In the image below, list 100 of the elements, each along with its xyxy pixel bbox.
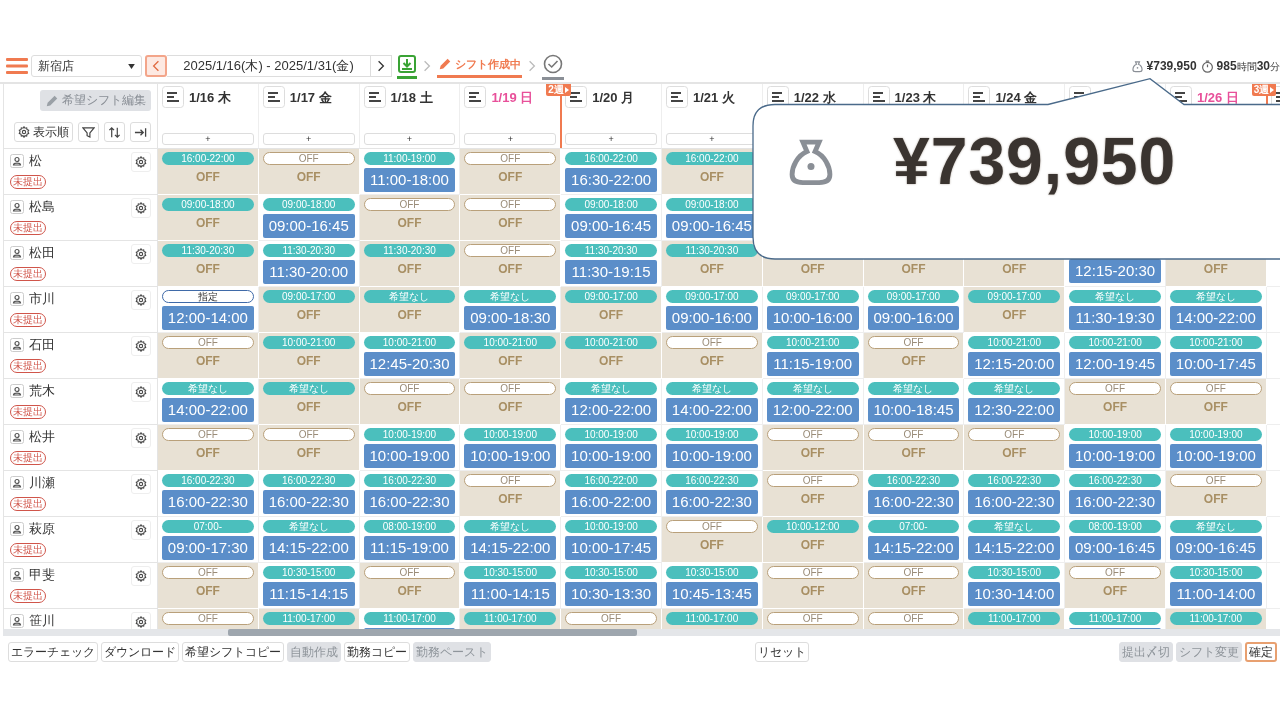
shift-cell[interactable]: 11:30-20:30 11:30-20:00 bbox=[258, 241, 360, 287]
shift-cell[interactable]: 11:00-17:00 bbox=[964, 609, 1066, 629]
shift-cell[interactable]: 希望なし 11:30-19:30 bbox=[1065, 287, 1166, 333]
shift-cell[interactable]: 16:00-22:00 16:00-22:00 bbox=[561, 471, 662, 517]
shift-block[interactable]: 10:00-17:45 bbox=[1169, 352, 1262, 376]
shift-cell[interactable]: 10:00-19:00 10:00-19:00 bbox=[1065, 425, 1166, 471]
staff-settings-button[interactable] bbox=[131, 428, 151, 448]
shift-block[interactable]: 16:00-22:30 bbox=[968, 490, 1061, 514]
shift-cell[interactable]: OFF OFF bbox=[1065, 563, 1166, 609]
shift-cell[interactable]: 09:00-18:00 OFF bbox=[158, 195, 259, 241]
shift-cell[interactable]: 16:00-22:00 16:30-22:00 bbox=[561, 149, 662, 195]
staff-settings-button[interactable] bbox=[131, 566, 151, 586]
shift-cell[interactable]: 11:00-17:00 bbox=[1065, 609, 1166, 629]
shift-cell[interactable]: 09:00-17:00 OFF bbox=[258, 287, 360, 333]
shift-block[interactable]: 10:00-19:00 bbox=[565, 444, 657, 468]
shift-cell[interactable]: 希望なし 14:00-22:00 bbox=[1165, 287, 1267, 333]
shift-cell[interactable]: 10:00-21:00 12:00-19:45 bbox=[1065, 333, 1166, 379]
shift-cell[interactable]: 希望なし 12:00-22:00 bbox=[561, 379, 662, 425]
shift-cell[interactable]: 10:00-19:00 10:00-19:00 bbox=[359, 425, 461, 471]
shift-cell[interactable]: 10:00-21:00 10:00-17:45 bbox=[1165, 333, 1267, 379]
align-left-icon[interactable] bbox=[162, 86, 184, 108]
add-shift-button[interactable]: + bbox=[363, 133, 456, 145]
shift-cell[interactable]: OFF OFF bbox=[662, 517, 763, 563]
shift-cell[interactable]: OFF OFF bbox=[460, 241, 562, 287]
align-left-icon[interactable] bbox=[363, 86, 386, 108]
shift-cell[interactable]: OFF OFF bbox=[762, 563, 864, 609]
shift-cell[interactable]: OFF OFF bbox=[964, 425, 1066, 471]
shift-block[interactable]: 12:30-22:00 bbox=[968, 398, 1061, 422]
shift-block[interactable]: 14:15-22:00 bbox=[262, 536, 355, 560]
shift-cell[interactable]: OFF bbox=[863, 609, 965, 629]
action-button[interactable]: 確定 bbox=[1245, 642, 1277, 662]
shift-cell[interactable]: OFF OFF bbox=[258, 149, 360, 195]
shift-block[interactable]: 12:15-20:00 bbox=[968, 352, 1061, 376]
shift-cell[interactable]: OFF OFF bbox=[258, 425, 360, 471]
shift-cell[interactable]: 16:00-22:30 16:00-22:30 bbox=[863, 471, 965, 517]
align-left-icon[interactable] bbox=[464, 86, 487, 108]
shift-block[interactable]: 14:15-22:00 bbox=[968, 536, 1061, 560]
shift-cell[interactable]: 07:00- 14:15-22:00 bbox=[863, 517, 965, 563]
shift-cell[interactable]: OFF OFF bbox=[1165, 471, 1267, 517]
shift-cell[interactable]: OFF bbox=[561, 609, 662, 629]
shift-cell[interactable]: 08:00-19:00 09:00-16:45 bbox=[1065, 517, 1166, 563]
shift-block[interactable]: 10:00-19:00 bbox=[1169, 444, 1262, 468]
shift-block[interactable]: 11:30-19:30 bbox=[1069, 306, 1161, 330]
shift-block[interactable]: 11:30-19:15 bbox=[565, 260, 657, 284]
shift-cell[interactable]: 16:00-22:30 16:00-22:30 bbox=[359, 471, 461, 517]
shift-block[interactable]: 09:00-16:00 bbox=[666, 306, 758, 330]
shift-block[interactable]: 10:45-13:45 bbox=[666, 582, 758, 606]
add-shift-button[interactable]: + bbox=[565, 133, 657, 145]
shift-cell[interactable]: OFF OFF bbox=[359, 379, 461, 425]
shift-cell[interactable]: 希望なし 12:00-22:00 bbox=[762, 379, 864, 425]
shift-cell[interactable]: 10:30-15:00 11:00-14:00 bbox=[1165, 563, 1267, 609]
shift-block[interactable]: 10:30-14:00 bbox=[968, 582, 1061, 606]
shift-block[interactable]: 16:00-22:30 bbox=[363, 490, 456, 514]
shift-cell[interactable]: 希望なし 14:00-22:00 bbox=[662, 379, 763, 425]
shift-block[interactable]: 16:00-22:30 bbox=[867, 490, 960, 514]
shift-cell[interactable]: OFF OFF bbox=[359, 563, 461, 609]
shift-cell[interactable]: 09:00-17:00 OFF bbox=[561, 287, 662, 333]
menu-icon[interactable] bbox=[6, 57, 28, 75]
sort-order-button[interactable]: 表示順 bbox=[14, 122, 73, 142]
shift-cell[interactable]: 16:00-22:30 16:00-22:30 bbox=[1065, 471, 1166, 517]
shift-cell[interactable]: OFF OFF bbox=[863, 333, 965, 379]
shift-cell[interactable]: 11:30-20:30 11:30-19:15 bbox=[561, 241, 662, 287]
shift-block[interactable]: 09:00-17:30 bbox=[162, 536, 254, 560]
check-circle-icon[interactable] bbox=[543, 54, 563, 74]
shift-cell[interactable]: 希望なし 12:30-22:00 bbox=[964, 379, 1066, 425]
shift-block[interactable]: 16:00-22:30 bbox=[666, 490, 758, 514]
shift-cell[interactable]: 09:00-17:00 09:00-16:00 bbox=[863, 287, 965, 333]
shift-cell[interactable]: OFF OFF bbox=[158, 333, 259, 379]
shift-block[interactable]: 11:00-18:00 bbox=[363, 168, 456, 192]
shift-block[interactable]: 11:00-14:00 bbox=[1169, 582, 1262, 606]
shift-cell[interactable]: 07:00- 09:00-17:30 bbox=[158, 517, 259, 563]
shift-cell[interactable]: OFF OFF bbox=[863, 563, 965, 609]
shift-block[interactable]: 16:00-22:00 bbox=[565, 490, 657, 514]
shift-cell[interactable]: OFF OFF bbox=[762, 471, 864, 517]
shift-cell[interactable]: OFF OFF bbox=[158, 425, 259, 471]
shift-block[interactable]: 12:15-20:30 bbox=[1069, 259, 1161, 283]
sort-button[interactable] bbox=[104, 122, 125, 142]
shift-cell[interactable]: OFF OFF bbox=[359, 195, 461, 241]
shift-cell[interactable]: OFF OFF bbox=[1065, 379, 1166, 425]
download-icon[interactable] bbox=[398, 55, 416, 73]
staff-settings-button[interactable] bbox=[131, 520, 151, 540]
shift-cell[interactable]: 10:00-12:00 OFF bbox=[762, 517, 864, 563]
staff-settings-button[interactable] bbox=[131, 612, 151, 629]
shift-cell[interactable]: 10:00-21:00 OFF bbox=[561, 333, 662, 379]
shift-cell[interactable]: 希望なし 14:15-22:00 bbox=[964, 517, 1066, 563]
shift-block[interactable]: 16:00-22:30 bbox=[1069, 490, 1161, 514]
shift-cell[interactable]: 10:30-15:00 10:45-13:45 bbox=[662, 563, 763, 609]
shift-cell[interactable]: 希望なし 14:00-22:00 bbox=[158, 379, 259, 425]
add-shift-button[interactable]: + bbox=[464, 133, 557, 145]
action-button[interactable]: リセット bbox=[755, 642, 809, 662]
shift-cell[interactable]: OFF OFF bbox=[1165, 379, 1267, 425]
shift-cell[interactable]: 指定 12:00-14:00 bbox=[158, 287, 259, 333]
shift-block[interactable]: 10:30-13:30 bbox=[565, 582, 657, 606]
shift-block[interactable]: 11:15-19:00 bbox=[363, 536, 456, 560]
shift-block[interactable]: 09:00-16:45 bbox=[1069, 536, 1161, 560]
shift-block[interactable]: 09:00-16:45 bbox=[262, 214, 355, 238]
shift-cell[interactable]: 10:00-19:00 10:00-19:00 bbox=[460, 425, 562, 471]
next-button[interactable] bbox=[370, 55, 392, 77]
shift-block[interactable]: 14:00-22:00 bbox=[162, 398, 254, 422]
filter-button[interactable] bbox=[78, 122, 99, 142]
